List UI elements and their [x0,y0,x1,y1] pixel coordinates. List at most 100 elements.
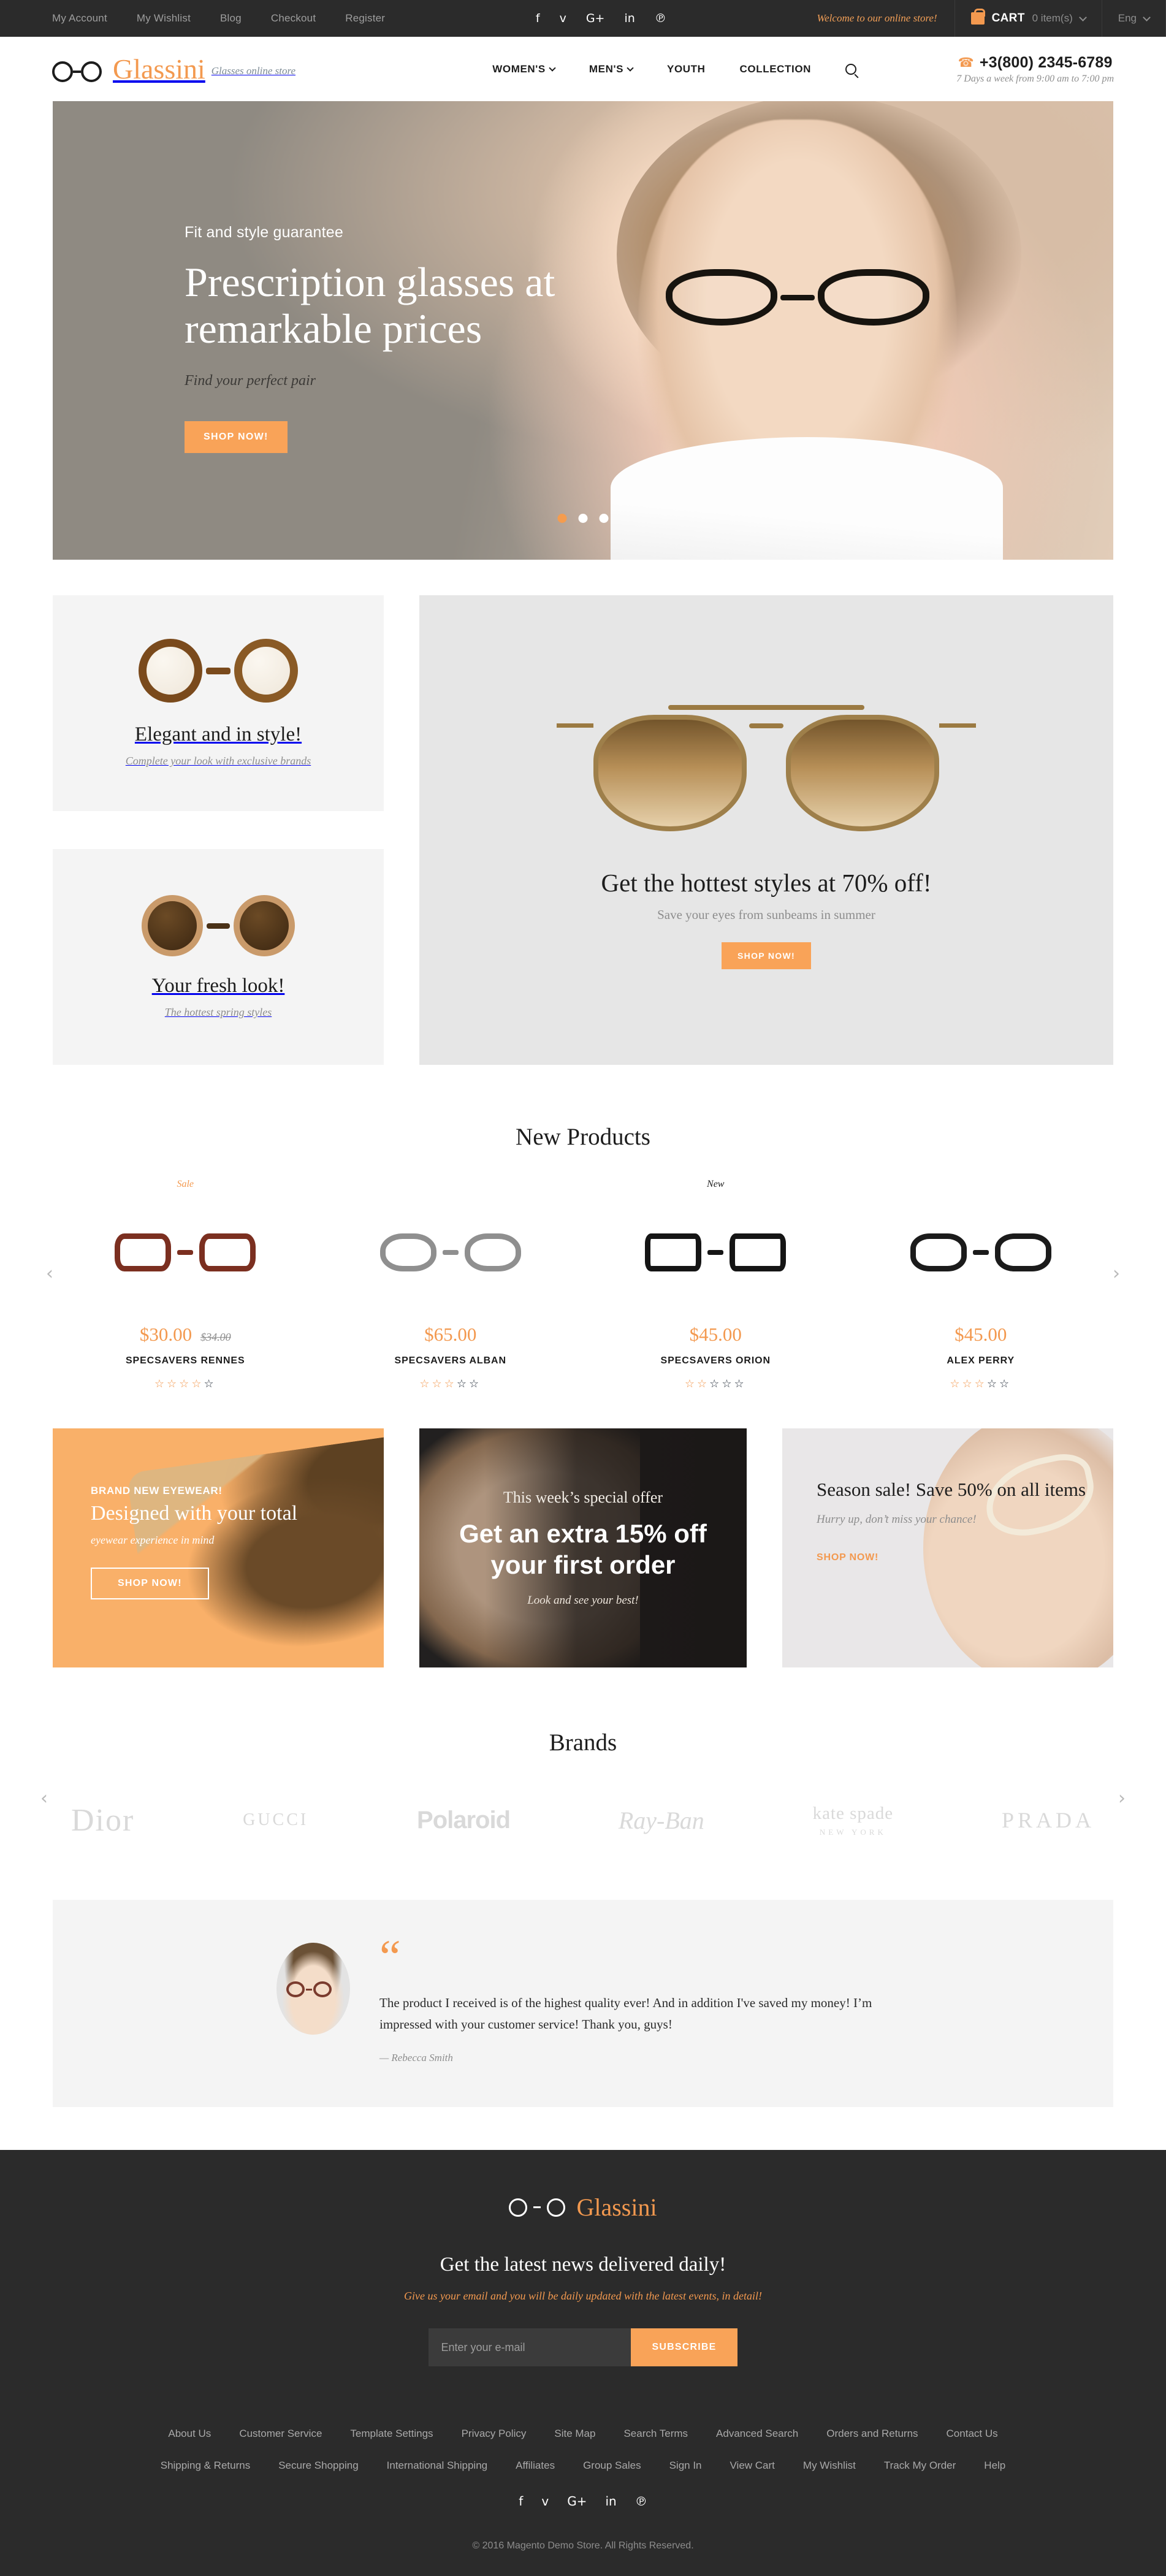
product-card[interactable]: Sale $30.00 $34.00 SPECSAVERS RENNES ☆☆☆☆☆ [53,1179,318,1390]
product-name[interactable]: SPECSAVERS RENNES [64,1355,307,1366]
footer-link-orders-and-returns[interactable]: Orders and Returns [826,2428,918,2440]
top-bar-link-2[interactable]: Blog [220,12,242,25]
footer-link-contact-us[interactable]: Contact Us [947,2428,998,2440]
hero-dot-2[interactable] [578,514,588,523]
hero-slider-dots[interactable] [557,514,609,523]
footer-social-links: f ᴠ G+ in ℗ [74,2494,1092,2509]
product-card[interactable]: $65.00 SPECSAVERS ALBAN ☆☆☆☆☆ [318,1179,584,1390]
contact-block: ☎ +3(800) 2345-6789 7 Days a week from 9… [956,54,1166,85]
top-bar-link-1[interactable]: My Wishlist [137,12,191,25]
hero-shop-now-button[interactable]: SHOP NOW! [185,421,288,454]
footer-link-search-terms[interactable]: Search Terms [623,2428,688,2440]
twitter-icon[interactable]: ᴠ [560,12,566,25]
newsletter-email-input[interactable] [429,2328,631,2367]
product-badge: Sale [177,1179,194,1189]
pinterest-icon[interactable]: ℗ [635,2494,647,2509]
facebook-icon[interactable]: f [536,12,540,25]
footer-link-my-wishlist[interactable]: My Wishlist [803,2460,856,2472]
testimonial-section: “ The product I received is of the highe… [53,1900,1113,2108]
top-bar-link-0[interactable]: My Account [52,12,107,25]
promo-card-fresh-look[interactable]: Your fresh look! The hottest spring styl… [53,849,384,1065]
footer-link-privacy-policy[interactable]: Privacy Policy [462,2428,527,2440]
banner-special-offer[interactable]: This week’s special offer Get an extra 1… [419,1428,747,1667]
footer-link-advanced-search[interactable]: Advanced Search [716,2428,798,2440]
product-rating[interactable]: ☆☆☆☆☆ [859,1378,1103,1390]
footer-link-shipping-returns[interactable]: Shipping & Returns [161,2460,250,2472]
nav-item-label: COLLECTION [739,63,812,75]
brand-logo-rayban[interactable]: Ray-Ban [619,1806,704,1835]
footer-logo-text: Glassini [576,2193,657,2222]
footer-link-track-my-order[interactable]: Track My Order [884,2460,956,2472]
linkedin-icon[interactable]: in [624,12,634,25]
banner-season-sale[interactable]: Season sale! Save 50% on all items Hurry… [782,1428,1113,1667]
brand-logo-gucci[interactable]: GUCCI [243,1810,308,1830]
product-name[interactable]: ALEX PERRY [859,1355,1103,1366]
footer-link-customer-service[interactable]: Customer Service [239,2428,322,2440]
brands-prev-arrow[interactable]: ‹ [40,1788,48,1809]
language-selector[interactable]: Eng [1101,0,1166,37]
subscribe-button[interactable]: SUBSCRIBE [631,2328,737,2367]
product-rating[interactable]: ☆☆☆☆☆ [329,1378,573,1390]
nav-item-mens[interactable]: MEN'S [589,63,634,75]
promo-card-subtitle: The hottest spring styles [164,1006,272,1018]
pinterest-icon[interactable]: ℗ [655,12,666,25]
facebook-icon[interactable]: f [519,2494,523,2509]
promo-grid: Elegant and in style! Complete your look… [53,595,1113,1065]
promo-card-elegant[interactable]: Elegant and in style! Complete your look… [53,595,384,811]
footer-logo[interactable]: Glassini [0,2193,1166,2222]
footer-link-template-settings[interactable]: Template Settings [350,2428,433,2440]
footer-link-secure-shopping[interactable]: Secure Shopping [278,2460,358,2472]
google-plus-icon[interactable]: G+ [567,2494,587,2509]
banner-shop-now-link[interactable]: SHOP NOW! [817,1552,878,1563]
linkedin-icon[interactable]: in [605,2494,616,2509]
hero-dot-1[interactable] [557,514,567,523]
product-name[interactable]: SPECSAVERS ORION [594,1355,837,1366]
nav-item-womens[interactable]: WOMEN'S [492,63,556,75]
footer-link-about-us[interactable]: About Us [168,2428,211,2440]
brand-logo-prada[interactable]: PRADA [1002,1807,1095,1833]
footer-link-international-shipping[interactable]: International Shipping [387,2460,487,2472]
top-bar-link-4[interactable]: Register [345,12,385,25]
brand-logo-katespade[interactable]: kate spade NEW YORK [813,1804,894,1837]
hero-dot-3[interactable] [599,514,609,523]
product-rating[interactable]: ☆☆☆☆☆ [594,1378,837,1390]
language-label: Eng [1118,12,1137,24]
product-rating[interactable]: ☆☆☆☆☆ [64,1378,307,1390]
nav-item-collection[interactable]: COLLECTION [740,63,812,75]
footer-link-help[interactable]: Help [984,2460,1005,2472]
promo-featured-shop-now-button[interactable]: SHOP NOW! [722,942,811,969]
twitter-icon[interactable]: ᴠ [541,2494,549,2509]
google-plus-icon[interactable]: G+ [586,12,605,25]
products-next-arrow[interactable]: › [1107,1265,1126,1283]
product-name[interactable]: SPECSAVERS ALBAN [329,1355,573,1366]
testimonial-text: The product I received is of the highest… [379,1995,872,2032]
search-button[interactable] [845,63,857,75]
phone-number[interactable]: +3(800) 2345-6789 [980,54,1113,72]
promo-featured-title: Get the hottest styles at 70% off! [601,868,932,897]
logo[interactable]: Glassini Glasses online store [0,55,392,83]
top-bar-link-3[interactable]: Checkout [271,12,316,25]
hero-kicker: Fit and style guarantee [185,224,343,241]
footer-link-site-map[interactable]: Site Map [554,2428,595,2440]
cart-button[interactable]: CART 0 item(s) [954,0,1102,37]
aviator-sunglasses-image [557,692,976,845]
banner-title: Get an extra 15% off your first order [459,1519,707,1579]
product-card[interactable]: New $45.00 SPECSAVERS ORION ☆☆☆☆☆ [583,1179,848,1390]
brand-logo-dior[interactable]: Dior [71,1802,134,1839]
nav-item-youth[interactable]: YOUTH [667,63,706,75]
promo-card-subtitle: Complete your look with exclusive brands [125,755,311,767]
chevron-down-icon [549,64,556,72]
sunglasses-icon [142,895,295,956]
footer-link-group-sales[interactable]: Group Sales [583,2460,641,2472]
banner-shop-now-button[interactable]: SHOP NOW! [91,1568,209,1599]
brands-next-arrow[interactable]: › [1118,1788,1126,1809]
brand-logo-polaroid[interactable]: Polaroid [417,1807,511,1834]
testimonial-author: — Rebecca Smith [379,2052,453,2064]
new-products-carousel: ‹ Sale $30.00 $34.00 SPECSAVERS RENNES ☆☆☆☆☆… [46,1179,1120,1390]
banner-subtitle: eyewear experience in mind [91,1534,215,1546]
product-card[interactable]: $45.00 ALEX PERRY ☆☆☆☆☆ [848,1179,1114,1390]
footer-link-view-cart[interactable]: View Cart [730,2460,775,2472]
banner-brand-new-eyewear[interactable]: BRAND NEW EYEWEAR! Designed with your to… [53,1428,384,1667]
footer-link-affiliates[interactable]: Affiliates [516,2460,555,2472]
footer-link-sign-in[interactable]: Sign In [669,2460,702,2472]
